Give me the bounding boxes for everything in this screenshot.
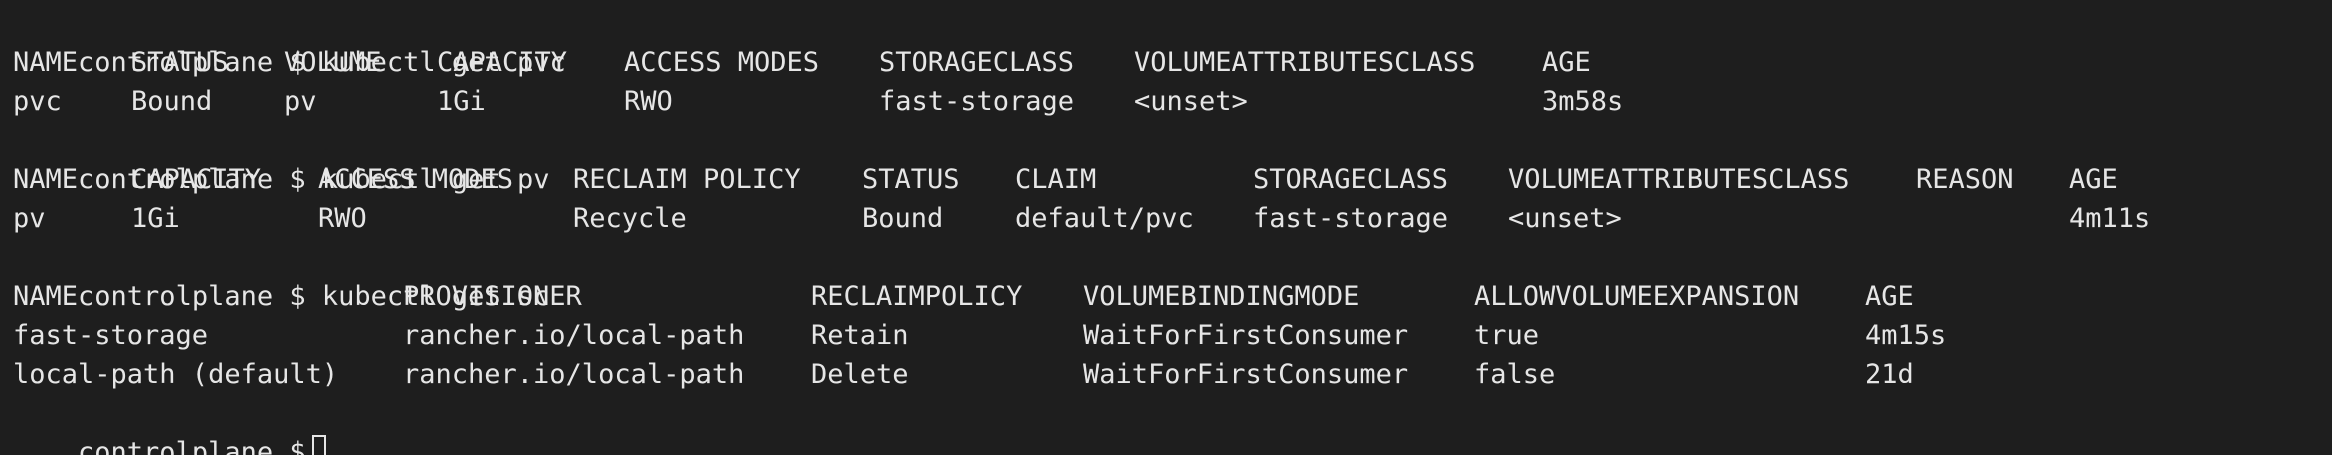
column-header: ACCESS MODES xyxy=(318,164,514,195)
command-line-sc: controlplane $ kubectl get sc xyxy=(13,238,2332,312)
table-cell: <unset> xyxy=(1508,203,1622,234)
column-header: REASON xyxy=(1916,164,2014,195)
table-cell: RWO xyxy=(318,203,367,234)
pvc-header-row: NAME STATUS VOLUME CAPACITY ACCESS MODES… xyxy=(13,43,2332,82)
sc-table-row: fast-storage rancher.io/local-path Retai… xyxy=(13,316,2332,355)
column-header: RECLAIMPOLICY xyxy=(811,281,1023,312)
table-cell: WaitForFirstConsumer xyxy=(1083,359,1409,390)
column-header: RECLAIM POLICY xyxy=(573,164,801,195)
table-cell: local-path (default) xyxy=(13,359,339,390)
column-header: STATUS xyxy=(131,47,229,78)
column-header: CLAIM xyxy=(1015,164,1097,195)
command-line-pvc: controlplane $ kubectl get pvc xyxy=(13,4,2332,78)
command-line-pv: controlplane $ kubectl get pv xyxy=(13,121,2332,195)
table-cell: Bound xyxy=(131,86,213,117)
pv-header-row: NAME CAPACITY ACCESS MODES RECLAIM POLIC… xyxy=(13,160,2332,199)
table-cell: true xyxy=(1474,320,1540,351)
table-cell: rancher.io/local-path xyxy=(403,320,745,351)
table-cell: false xyxy=(1474,359,1556,390)
table-cell: Retain xyxy=(811,320,909,351)
table-cell: rancher.io/local-path xyxy=(403,359,745,390)
column-header: VOLUMEATTRIBUTESCLASS xyxy=(1134,47,1476,78)
table-cell: default/pvc xyxy=(1015,203,1194,234)
column-header: AGE xyxy=(1865,281,1914,312)
active-prompt-line[interactable]: controlplane $ xyxy=(13,394,2332,455)
table-cell: Bound xyxy=(862,203,944,234)
column-header: NAME xyxy=(13,47,79,78)
column-header: STATUS xyxy=(862,164,960,195)
column-header: PROVISIONER xyxy=(403,281,582,312)
table-cell: fast-storage xyxy=(1253,203,1449,234)
column-header: ACCESS MODES xyxy=(624,47,820,78)
pv-table-row: pv 1Gi RWO Recycle Bound default/pvc fas… xyxy=(13,199,2332,238)
table-cell: 4m15s xyxy=(1865,320,1947,351)
table-cell: 4m11s xyxy=(2069,203,2151,234)
sc-table-row: local-path (default) rancher.io/local-pa… xyxy=(13,355,2332,394)
table-cell: Delete xyxy=(811,359,909,390)
sc-header-row: NAME PROVISIONER RECLAIMPOLICY VOLUMEBIN… xyxy=(13,277,2332,316)
table-cell: <unset> xyxy=(1134,86,1248,117)
terminal-window[interactable]: controlplane $ kubectl get pvc NAME STAT… xyxy=(0,0,2332,455)
prompt-text: controlplane $ xyxy=(78,437,306,455)
table-cell: fast-storage xyxy=(13,320,209,351)
column-header: STORAGECLASS xyxy=(879,47,1075,78)
column-header: AGE xyxy=(2069,164,2118,195)
column-header: VOLUME xyxy=(284,47,382,78)
column-header: VOLUMEATTRIBUTESCLASS xyxy=(1508,164,1850,195)
column-header: CAPACITY xyxy=(131,164,262,195)
column-header: ALLOWVOLUMEEXPANSION xyxy=(1474,281,1800,312)
column-header: NAME xyxy=(13,164,79,195)
column-header: CAPACITY xyxy=(437,47,568,78)
text-cursor[interactable] xyxy=(311,435,326,455)
table-cell: pvc xyxy=(13,86,62,117)
table-cell: 3m58s xyxy=(1542,86,1624,117)
table-cell: RWO xyxy=(624,86,673,117)
table-cell: fast-storage xyxy=(879,86,1075,117)
column-header: NAME xyxy=(13,281,79,312)
table-cell: 21d xyxy=(1865,359,1914,390)
column-header: VOLUMEBINDINGMODE xyxy=(1083,281,1360,312)
table-cell: WaitForFirstConsumer xyxy=(1083,320,1409,351)
pvc-table-row: pvc Bound pv 1Gi RWO fast-storage <unset… xyxy=(13,82,2332,121)
table-cell: pv xyxy=(284,86,317,117)
column-header: STORAGECLASS xyxy=(1253,164,1449,195)
table-cell: pv xyxy=(13,203,46,234)
table-cell: Recycle xyxy=(573,203,687,234)
column-header: AGE xyxy=(1542,47,1591,78)
table-cell: 1Gi xyxy=(437,86,486,117)
table-cell: 1Gi xyxy=(131,203,180,234)
